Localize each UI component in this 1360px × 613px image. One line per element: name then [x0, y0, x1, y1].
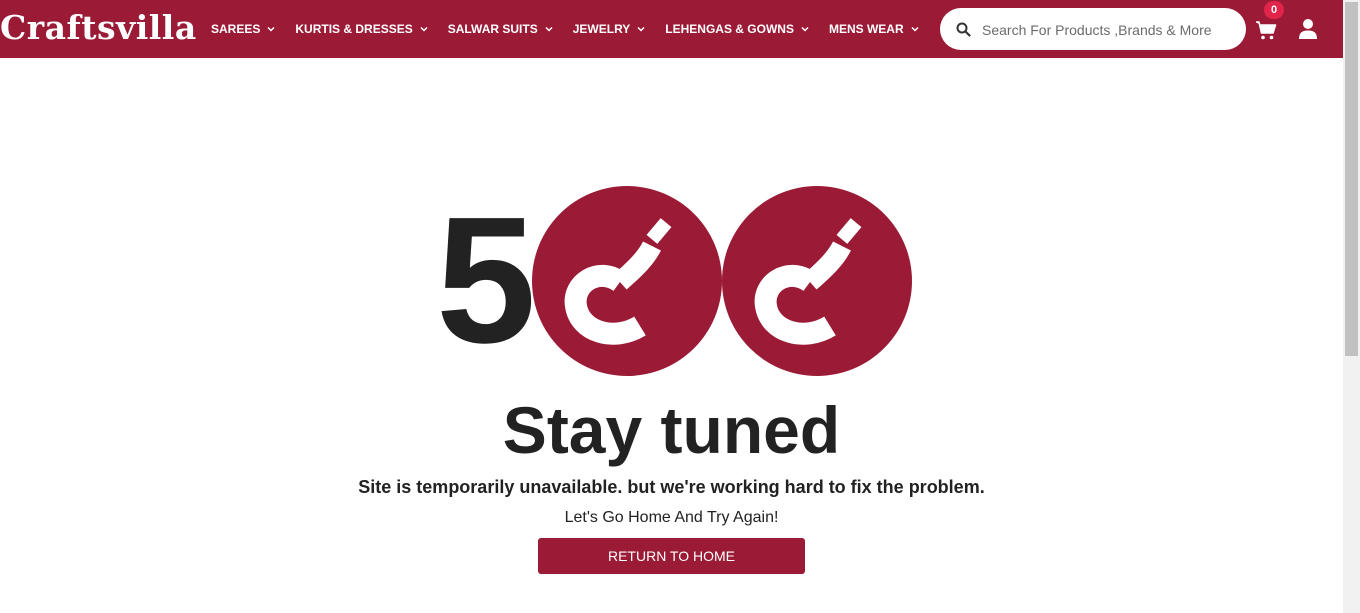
craftsvilla-c-icon: [532, 186, 722, 376]
craftsvilla-c-icon: [722, 186, 912, 376]
nav-item-jewelry[interactable]: JEWELRY: [573, 22, 646, 36]
nav-item-label: LEHENGAS & GOWNS: [665, 22, 794, 36]
craftsvilla-logo[interactable]: Craftsvilla: [0, 6, 197, 50]
nav-item-label: SALWAR SUITS: [447, 22, 538, 36]
error-message: Site is temporarily unavailable. but we'…: [358, 477, 985, 497]
return-to-home-button[interactable]: RETURN TO HOME: [538, 538, 805, 574]
user-icon[interactable]: [1298, 18, 1318, 40]
nav-item-sarees[interactable]: SAREES: [211, 22, 275, 36]
nav-item-salwar-suits[interactable]: SALWAR SUITS: [448, 22, 553, 36]
nav-item-label: SAREES: [211, 22, 261, 36]
chevron-down-icon: [545, 26, 553, 32]
nav-item-lehengas-gowns[interactable]: LEHENGAS & GOWNS: [665, 22, 809, 36]
nav-item-kurtis-dresses[interactable]: KURTIS & DRESSES: [295, 22, 428, 36]
nav-item-mens-wear[interactable]: MENS WEAR: [829, 22, 919, 36]
search-bar: [940, 8, 1246, 50]
scrollbar-thumb[interactable]: [1345, 2, 1358, 356]
search-icon[interactable]: [956, 22, 971, 37]
chevron-down-icon: [420, 26, 428, 32]
chevron-down-icon: [801, 26, 809, 32]
error-tagline: Let's Go Home And Try Again!: [564, 509, 779, 526]
cart-icon[interactable]: [1255, 19, 1277, 41]
page-title: Stay tuned: [502, 393, 841, 467]
cart-count-badge: 0: [1264, 1, 1284, 19]
nav-item-label: MENS WEAR: [828, 22, 904, 36]
chevron-down-icon: [637, 26, 645, 32]
chevron-down-icon: [267, 26, 275, 32]
error-code-digit: 5: [436, 180, 536, 381]
chevron-down-icon: [911, 26, 919, 32]
search-input[interactable]: [980, 14, 1234, 46]
nav-item-label: KURTIS & DRESSES: [295, 22, 413, 36]
main-nav: SAREES KURTIS & DRESSES SALWAR SUITS JEW…: [211, 0, 939, 58]
nav-item-label: JEWELRY: [572, 22, 631, 36]
top-navbar: Craftsvilla SAREES KURTIS & DRESSES SALW…: [0, 0, 1343, 58]
